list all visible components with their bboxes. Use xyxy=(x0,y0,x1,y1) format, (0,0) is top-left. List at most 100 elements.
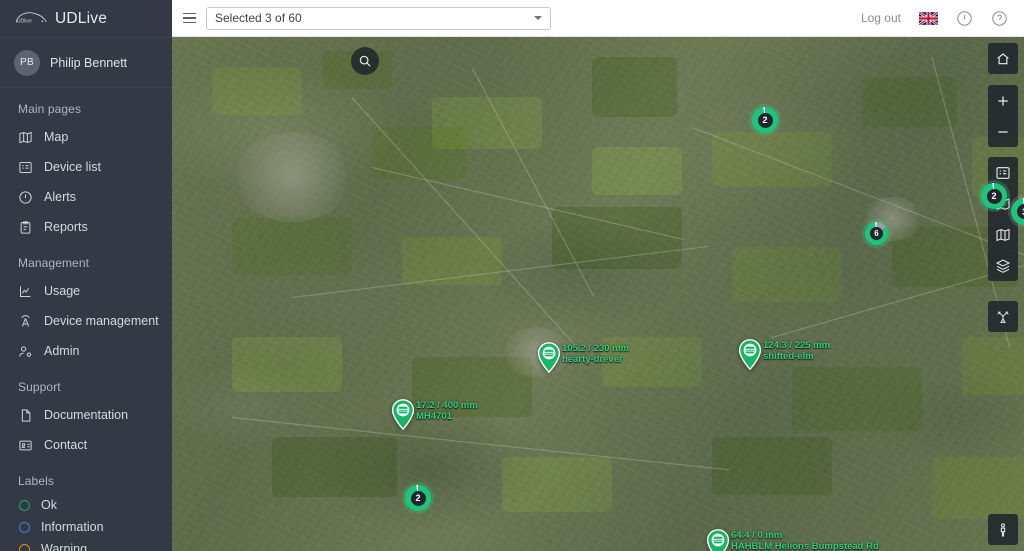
tools-icon[interactable] xyxy=(988,301,1018,332)
cluster-marker[interactable]: 6 xyxy=(862,219,891,248)
map-field-patch xyxy=(732,247,842,302)
sidebar-item-label: Device list xyxy=(44,160,101,174)
avatar: PB xyxy=(14,49,40,76)
label-legend-warning[interactable]: Warning xyxy=(0,538,172,551)
map-field-patch xyxy=(592,147,682,195)
map-field-patch xyxy=(232,337,342,392)
map-field-patch xyxy=(602,337,702,387)
sidebar-item-label: Contact xyxy=(44,438,88,452)
sidebar: UDlive UDLive PB Philip Bennett Main pag… xyxy=(0,0,172,551)
status-dot-warning xyxy=(19,543,30,551)
sidebar-item-usage[interactable]: Usage xyxy=(0,276,172,306)
list-icon xyxy=(17,159,33,175)
map-field-patch xyxy=(962,337,1024,395)
device-marker[interactable]: 124.3 / 225 mm shifted-elm xyxy=(738,339,830,370)
device-pin-icon xyxy=(738,339,762,370)
sidebar-item-label: Usage xyxy=(44,284,81,298)
cluster-count: 2 xyxy=(757,112,773,128)
sidebar-item-label: Map xyxy=(44,130,69,144)
map-field-patch xyxy=(932,457,1024,519)
cluster-marker[interactable]: 2 xyxy=(749,104,781,136)
sidebar-item-map[interactable]: Map xyxy=(0,122,172,152)
section-title-main-pages: Main pages xyxy=(18,102,82,116)
sidebar-item-label: Admin xyxy=(44,344,80,358)
map-field-patch xyxy=(272,437,397,497)
hamburger-icon[interactable] xyxy=(172,0,206,37)
device-selection-dropdown[interactable]: Selected 3 of 60 xyxy=(206,6,551,30)
layers-icon[interactable] xyxy=(988,250,1018,281)
sidebar-item-label: Reports xyxy=(44,220,88,234)
sidebar-item-label: Documentation xyxy=(44,408,129,422)
sidebar-item-contact[interactable]: Contact xyxy=(0,430,172,460)
map-field-patch xyxy=(712,437,832,495)
map-field-patch xyxy=(232,217,352,275)
app-root: UDlive UDLive PB Philip Bennett Main pag… xyxy=(0,0,1024,551)
top-bar: Selected 3 of 60 Log out xyxy=(172,0,1024,37)
map-zoom-toolbar xyxy=(988,85,1018,147)
logout-button[interactable]: Log out xyxy=(861,11,901,25)
street-view-pegman-icon[interactable] xyxy=(988,514,1018,545)
map-field-patch xyxy=(712,132,832,187)
clipboard-icon xyxy=(17,219,33,235)
chevron-down-icon xyxy=(534,16,542,20)
section-title-support: Support xyxy=(18,380,61,394)
device-marker[interactable]: 17.2 / 400 mm MH4701 xyxy=(391,399,478,430)
uk-flag-icon[interactable] xyxy=(919,11,938,25)
label-legend-information[interactable]: Information xyxy=(0,516,172,538)
map-streetview-toolbar xyxy=(988,514,1018,545)
device-marker[interactable]: 105.2 / 230 mm hearty-drever xyxy=(537,342,629,373)
cluster-marker[interactable]: 2 xyxy=(978,180,1010,212)
cluster-marker[interactable]: 2 xyxy=(402,482,434,514)
user-profile[interactable]: PB Philip Bennett xyxy=(0,38,172,88)
svg-text:UDlive: UDlive xyxy=(17,18,32,24)
map-search-button[interactable] xyxy=(351,47,379,75)
sidebar-item-alerts[interactable]: Alerts xyxy=(0,182,172,212)
device-pin-icon xyxy=(706,529,730,551)
device-pin-icon xyxy=(391,399,415,430)
user-name: Philip Bennett xyxy=(50,55,128,70)
alert-circle-icon xyxy=(17,189,33,205)
udlive-logo-icon: UDlive xyxy=(14,10,48,27)
sidebar-item-documentation[interactable]: Documentation xyxy=(0,400,172,430)
label-legend-text: Information xyxy=(41,520,104,534)
chart-icon xyxy=(17,283,33,299)
antenna-icon xyxy=(17,313,33,329)
map-field-patch xyxy=(792,367,922,431)
label-legend-text: Ok xyxy=(41,498,57,512)
map-field-patch xyxy=(592,57,677,117)
map-home-toolbar xyxy=(988,43,1018,74)
label-legend-ok[interactable]: Ok xyxy=(0,494,172,516)
sidebar-item-device-list[interactable]: Device list xyxy=(0,152,172,182)
sidebar-item-reports[interactable]: Reports xyxy=(0,212,172,242)
top-bar-actions: Log out xyxy=(861,10,1024,27)
cluster-marker[interactable]: 3 xyxy=(1008,195,1024,228)
map-tools-toolbar xyxy=(988,301,1018,332)
main-area: Selected 3 of 60 Log out 105.2 / 230 mm … xyxy=(172,0,1024,551)
map-icon xyxy=(17,129,33,145)
document-icon xyxy=(17,407,33,423)
sidebar-item-device-management[interactable]: Device management xyxy=(0,306,172,336)
map-field-patch xyxy=(212,67,302,115)
section-title-labels: Labels xyxy=(18,474,54,488)
label-legend-text: Warning xyxy=(41,542,88,551)
map-urban-area xyxy=(232,132,352,222)
sidebar-item-label: Alerts xyxy=(44,190,76,204)
info-icon[interactable] xyxy=(956,10,973,27)
cluster-count: 2 xyxy=(410,490,426,506)
help-icon[interactable] xyxy=(991,10,1008,27)
cluster-count: 6 xyxy=(870,227,883,240)
device-marker[interactable]: 64.4 / 0 mm HAHBLM Helions Bumpstead Rd xyxy=(706,529,879,551)
contact-card-icon xyxy=(17,437,33,453)
cluster-count: 2 xyxy=(986,188,1002,204)
device-pin-icon xyxy=(537,342,561,373)
satellite-map[interactable]: 105.2 / 230 mm hearty-drever 124.3 / 225… xyxy=(172,37,1024,551)
map-field-patch xyxy=(552,207,682,269)
section-title-management: Management xyxy=(18,256,90,270)
sidebar-item-admin[interactable]: Admin xyxy=(0,336,172,366)
home-icon[interactable] xyxy=(988,43,1018,74)
status-dot-ok xyxy=(19,499,30,511)
sidebar-item-label: Device management xyxy=(44,314,159,328)
zoom-in-button[interactable] xyxy=(988,85,1018,116)
zoom-out-button[interactable] xyxy=(988,116,1018,147)
brand-header[interactable]: UDlive UDLive xyxy=(0,0,172,38)
